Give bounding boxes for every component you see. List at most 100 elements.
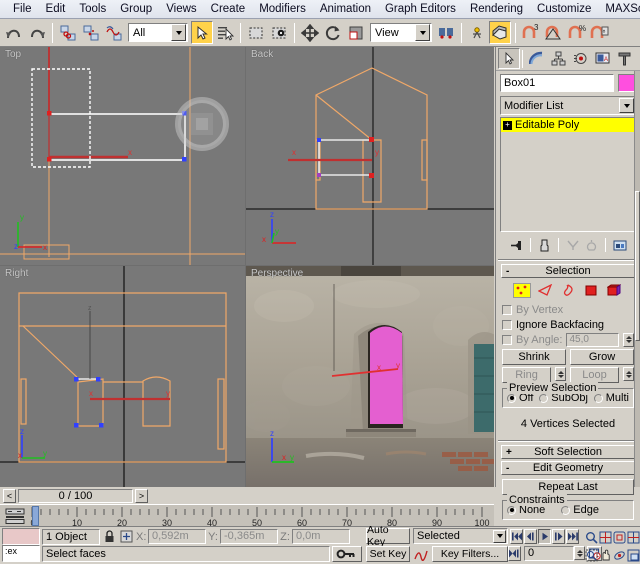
command-panel-scrollbar[interactable] <box>634 71 640 487</box>
menu-item-file[interactable]: File <box>6 1 39 17</box>
time-slider-frame-field[interactable]: 0 / 100 <box>18 489 133 503</box>
set-key-button[interactable]: Set Key <box>366 546 410 562</box>
expand-plus-icon[interactable]: + <box>503 121 512 130</box>
open-mini-curve-editor-icon[interactable] <box>4 507 26 525</box>
manipulate-button[interactable] <box>466 21 488 44</box>
menu-item-tools[interactable]: Tools <box>72 1 113 17</box>
play-animation-button[interactable] <box>538 529 551 544</box>
maximize-viewport-toggle-button[interactable] <box>625 547 640 563</box>
sub-object-element-button[interactable] <box>605 283 623 298</box>
command-panel-tab-motion[interactable] <box>569 48 591 69</box>
set-key-curve-button[interactable] <box>413 546 429 562</box>
sub-object-polygon-button[interactable] <box>582 283 600 298</box>
by-angle-row[interactable]: By Angle: 45,0 <box>502 332 634 347</box>
make-unique-button[interactable] <box>564 237 581 254</box>
select-and-rotate-button[interactable] <box>322 21 344 44</box>
grow-button[interactable]: Grow <box>570 349 634 365</box>
select-object-button[interactable] <box>191 21 213 44</box>
show-end-result-button[interactable] <box>536 237 553 254</box>
key-mode-toggle-button[interactable] <box>332 546 362 562</box>
reference-coordinate-arrow[interactable] <box>415 24 430 41</box>
command-panel-tab-display[interactable]: A <box>591 48 613 69</box>
preview-multi-radio[interactable] <box>594 394 603 403</box>
named-selection-set-combo[interactable]: Selected <box>413 528 508 544</box>
command-panel-tab-utilities[interactable] <box>613 48 635 69</box>
selection-filter-arrow[interactable] <box>171 24 186 41</box>
menu-item-modifiers[interactable]: Modifiers <box>252 1 313 17</box>
window-crossing-button[interactable] <box>268 21 290 44</box>
rollout-header-selection[interactable]: - Selection <box>501 264 635 278</box>
lock-selection-button[interactable] <box>102 529 117 545</box>
command-panel-tab-create[interactable] <box>498 48 520 69</box>
snap-3d-button[interactable]: 3 <box>520 21 542 44</box>
percent-snap-button[interactable]: % <box>566 21 588 44</box>
spinner-snap-button[interactable] <box>589 21 611 44</box>
command-panel-scrollbar-thumb[interactable] <box>635 191 640 341</box>
menu-item-animation[interactable]: Animation <box>313 1 378 17</box>
ring-button[interactable]: Ring <box>502 367 551 383</box>
constraint-none-radio[interactable] <box>507 506 516 515</box>
coord-y-field[interactable]: -0,365m <box>220 529 278 544</box>
sub-object-edge-button[interactable] <box>536 283 554 298</box>
unlink-selection-button[interactable] <box>80 21 102 44</box>
by-vertex-row[interactable]: By Vertex <box>502 302 634 317</box>
rollout-header-edit-geometry[interactable]: - Edit Geometry <box>501 461 635 475</box>
ignore-backfacing-checkbox[interactable] <box>502 320 512 330</box>
command-panel-tab-modify[interactable] <box>525 48 547 69</box>
menu-item-rendering[interactable]: Rendering <box>463 1 530 17</box>
loop-button[interactable]: Loop <box>570 367 619 383</box>
sub-object-vertex-button[interactable] <box>513 283 531 298</box>
rectangular-selection-region-button[interactable] <box>245 21 267 44</box>
rollout-header-soft-selection[interactable]: + Soft Selection <box>501 445 635 459</box>
by-vertex-checkbox[interactable] <box>502 305 512 315</box>
select-and-scale-button[interactable] <box>345 21 367 44</box>
menu-item-edit[interactable]: Edit <box>39 1 73 17</box>
menu-item-graph-editors[interactable]: Graph Editors <box>378 1 463 17</box>
key-filters-button[interactable]: Key Filters... <box>432 546 508 562</box>
zoom-extents-all-button[interactable] <box>625 529 640 545</box>
track-bar[interactable]: 0 10 20 30 40 50 60 70 80 90 100 <box>0 504 494 526</box>
viewport-perspective[interactable]: Perspective <box>246 266 494 487</box>
viewport-top[interactable]: Top x <box>0 47 245 265</box>
ignore-backfacing-row[interactable]: Ignore Backfacing <box>502 317 634 332</box>
redo-button[interactable] <box>26 21 48 44</box>
ring-spinner[interactable] <box>555 367 566 381</box>
menu-item-maxscript[interactable]: MAXScript <box>598 1 640 17</box>
previous-frame-button[interactable] <box>524 529 537 544</box>
angle-snap-button[interactable] <box>543 21 565 44</box>
preview-subobj-radio[interactable] <box>539 394 548 403</box>
selection-filter-combo[interactable]: All <box>128 23 188 42</box>
viewport-right[interactable]: Right x y z <box>0 266 245 487</box>
named-selection-set-arrow[interactable] <box>493 530 506 543</box>
by-angle-checkbox[interactable] <box>502 335 512 345</box>
coord-x-field[interactable]: 0,592m <box>148 529 206 544</box>
absolute-relative-transform-button[interactable] <box>119 529 134 545</box>
preview-off-radio[interactable] <box>507 394 516 403</box>
repeat-last-button[interactable]: Repeat Last <box>502 479 634 495</box>
menu-item-customize[interactable]: Customize <box>530 1 598 17</box>
select-and-move-button[interactable] <box>299 21 321 44</box>
menu-item-views[interactable]: Views <box>159 1 203 17</box>
mini-listener-output[interactable] <box>2 528 40 545</box>
reference-coordinate-combo[interactable]: View <box>370 23 432 42</box>
mini-listener-input[interactable]: :ex <box>2 545 40 562</box>
undo-button[interactable] <box>3 21 25 44</box>
go-to-end-button[interactable] <box>566 529 579 544</box>
time-slider-handle[interactable] <box>32 506 39 526</box>
coord-z-field[interactable]: 0,0m <box>292 529 350 544</box>
menu-item-create[interactable]: Create <box>204 1 253 17</box>
constraint-edge-radio[interactable] <box>561 506 570 515</box>
go-to-start-button[interactable] <box>510 529 523 544</box>
object-name-field[interactable]: Box01 <box>500 74 614 92</box>
key-mode-step-button[interactable] <box>508 546 521 561</box>
modifier-list-arrow[interactable] <box>619 98 634 113</box>
sub-object-border-button[interactable] <box>559 283 577 298</box>
preview-option-multi[interactable]: Multi <box>594 392 629 404</box>
constraint-option-edge[interactable]: Edge <box>561 504 599 516</box>
select-and-link-button[interactable] <box>57 21 79 44</box>
loop-spinner[interactable] <box>623 367 634 381</box>
menu-item-group[interactable]: Group <box>113 1 159 17</box>
remove-modifier-button[interactable] <box>583 237 600 254</box>
pin-stack-button[interactable] <box>508 237 525 254</box>
command-panel-tab-hierarchy[interactable] <box>547 48 569 69</box>
